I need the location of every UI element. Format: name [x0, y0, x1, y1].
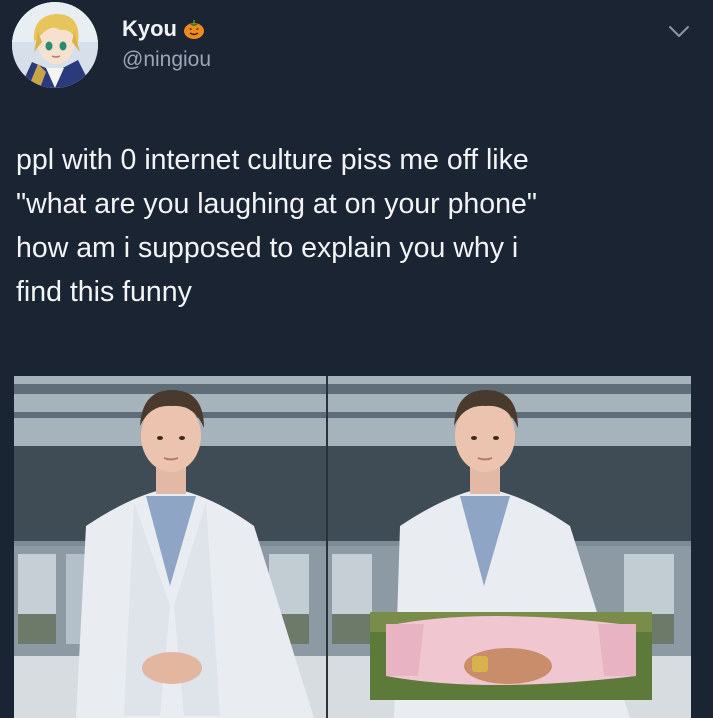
media-panel-original[interactable] [14, 376, 326, 718]
tweet-text-line: ppl with 0 internet culture piss me off … [16, 144, 529, 176]
tweet-text: ppl with 0 internet culture piss me off … [16, 138, 706, 314]
author-name-row: Kyou [122, 16, 205, 42]
tweet-text-line: how am i supposed to explain you why i [16, 232, 519, 264]
tweet-text-line: find this funny [16, 276, 192, 308]
media-panel-edited[interactable] [328, 376, 691, 718]
tweet-media[interactable] [14, 376, 691, 718]
tweet-card: Kyou @ningiou ppl with 0 internet cultur… [0, 0, 713, 718]
pumpkin-icon [184, 20, 204, 39]
user-handle[interactable]: @ningiou [122, 48, 211, 72]
anime-avatar-icon [12, 2, 98, 88]
chevron-down-icon[interactable] [664, 20, 694, 42]
display-name[interactable]: Kyou [122, 16, 177, 42]
avatar[interactable] [12, 2, 98, 88]
tweet-text-line: "what are you laughing at on your phone" [16, 188, 537, 220]
